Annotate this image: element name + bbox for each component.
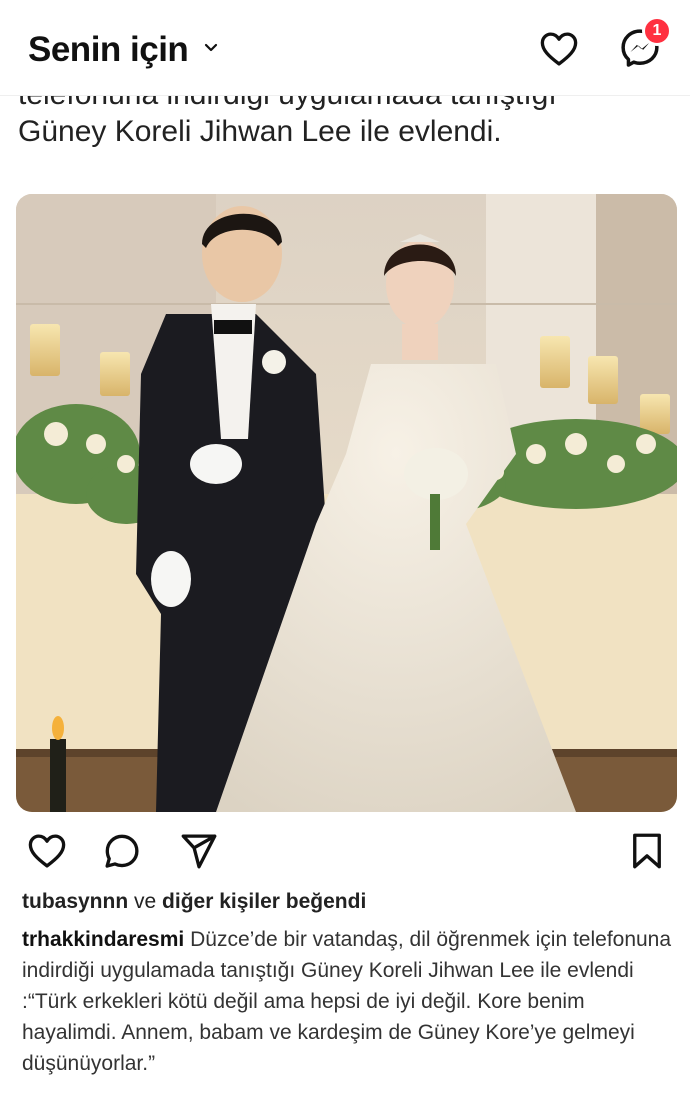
comment-icon[interactable] xyxy=(101,830,143,872)
bookmark-icon[interactable] xyxy=(626,830,668,872)
likes-others[interactable]: diğer kişiler beğendi xyxy=(162,890,366,913)
post-caption: trhakkindaresmi Düzce’de bir vatandaş, d… xyxy=(22,924,672,1079)
feed-selector-title[interactable]: Senin için xyxy=(28,30,189,70)
top-bar: Senin için 1 xyxy=(0,0,690,96)
send-icon[interactable] xyxy=(178,830,220,872)
caption-username[interactable]: trhakkindaresmi xyxy=(22,928,184,951)
liker-username[interactable]: tubasynnn xyxy=(22,890,128,913)
post-image[interactable] xyxy=(16,194,677,812)
previous-caption-line: Güney Koreli Jihwan Lee ile evlendi. xyxy=(18,115,502,148)
wedding-photo xyxy=(16,194,677,812)
notification-badge: 1 xyxy=(642,16,672,46)
likes-summary[interactable]: tubasynnn ve diğer kişiler beğendi xyxy=(22,890,366,914)
heart-icon[interactable] xyxy=(538,28,580,70)
chevron-down-icon[interactable] xyxy=(203,40,219,56)
heart-icon[interactable] xyxy=(26,830,68,872)
likes-connector: ve xyxy=(134,890,157,913)
